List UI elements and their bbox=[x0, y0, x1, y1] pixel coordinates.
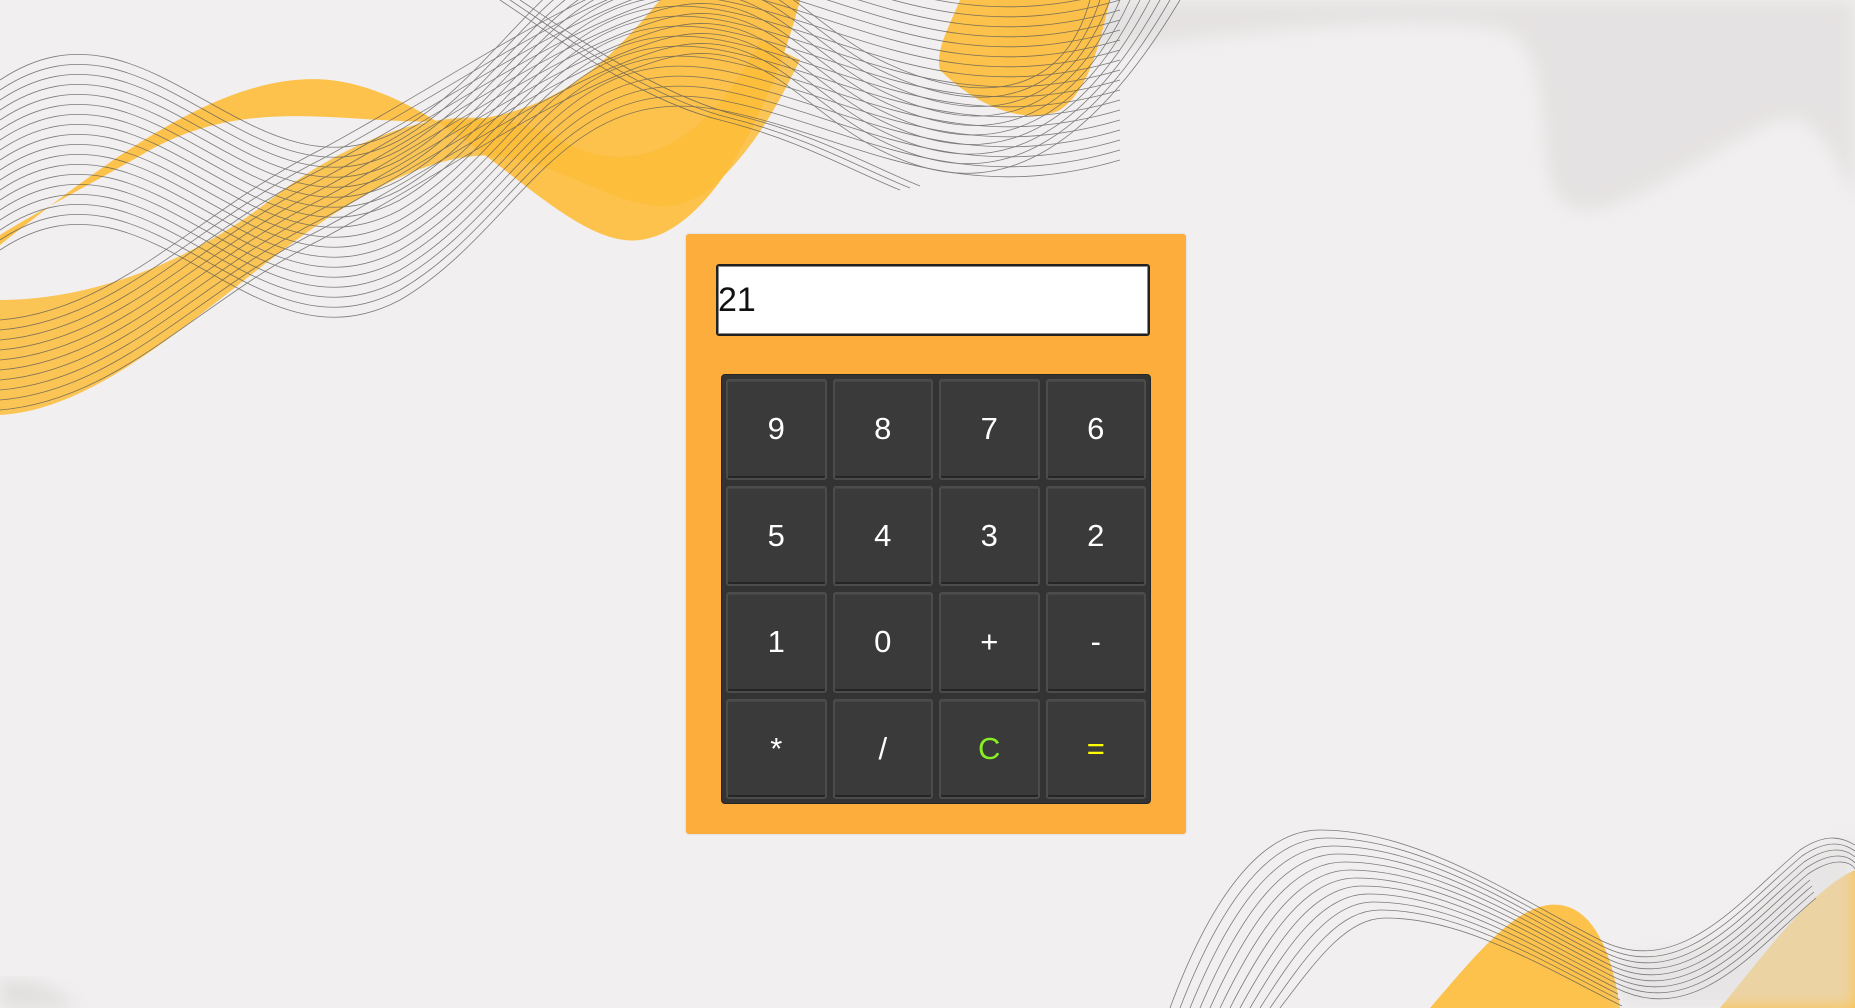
divide-button[interactable]: / bbox=[832, 698, 933, 799]
add-button[interactable]: + bbox=[939, 592, 1040, 693]
subtract-button[interactable]: - bbox=[1045, 592, 1146, 693]
calculator-display[interactable] bbox=[716, 264, 1150, 336]
key-3[interactable]: 3 bbox=[939, 485, 1040, 586]
key-8[interactable]: 8 bbox=[832, 379, 933, 480]
key-7[interactable]: 7 bbox=[939, 379, 1040, 480]
page: 9 8 7 6 5 4 3 2 1 0 + - * / C = bbox=[0, 0, 1855, 1008]
calculator: 9 8 7 6 5 4 3 2 1 0 + - * / C = bbox=[686, 234, 1186, 834]
key-5[interactable]: 5 bbox=[726, 485, 827, 586]
clear-button[interactable]: C bbox=[939, 698, 1040, 799]
calculator-keypad: 9 8 7 6 5 4 3 2 1 0 + - * / C = bbox=[721, 374, 1151, 804]
key-2[interactable]: 2 bbox=[1045, 485, 1146, 586]
key-1[interactable]: 1 bbox=[726, 592, 827, 693]
key-0[interactable]: 0 bbox=[832, 592, 933, 693]
multiply-button[interactable]: * bbox=[726, 698, 827, 799]
key-6[interactable]: 6 bbox=[1045, 379, 1146, 480]
equals-button[interactable]: = bbox=[1045, 698, 1146, 799]
key-4[interactable]: 4 bbox=[832, 485, 933, 586]
key-9[interactable]: 9 bbox=[726, 379, 827, 480]
